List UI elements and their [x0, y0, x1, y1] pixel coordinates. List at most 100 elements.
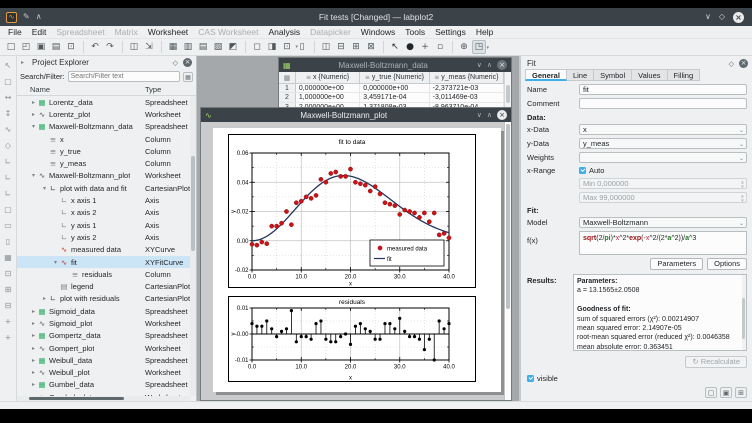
- close-button[interactable]: ×: [733, 12, 744, 23]
- tab-filling[interactable]: Filling: [668, 69, 701, 81]
- grid-layout-icon[interactable]: ⊞: [349, 40, 363, 54]
- new-matrix-icon[interactable]: ▥: [181, 40, 195, 54]
- comment-field[interactable]: [579, 98, 747, 109]
- keep-above-icon[interactable]: ∧: [36, 12, 42, 22]
- spreadsheet-cell[interactable]: 3,459171e-04: [360, 93, 429, 101]
- shift-right-x-icon[interactable]: +: [2, 329, 15, 345]
- tree-item-y-axis-2[interactable]: ∟y axis 2Axis: [17, 231, 190, 243]
- new-note-icon[interactable]: ◨: [265, 40, 279, 54]
- model-combobox[interactable]: Maxwell-Boltzmann⌄: [579, 217, 747, 228]
- fit-page-icon[interactable]: ◳▾: [472, 40, 486, 54]
- spreadsheet-table[interactable]: ▦≡x {Numeric}≡y_true {Numeric}≡y_meas {N…: [279, 72, 504, 112]
- float-dock-icon[interactable]: ◇: [173, 59, 178, 67]
- menu-help[interactable]: Help: [471, 27, 498, 37]
- open-file-icon[interactable]: ◰: [19, 40, 33, 54]
- tree-item-legend[interactable]: ▤legendCartesianPlotL: [17, 280, 190, 292]
- zoom-in-icon[interactable]: ⊞: [2, 281, 15, 297]
- window-maximize-icon[interactable]: ∧: [487, 111, 492, 119]
- worksheet-scrollbar[interactable]: [504, 122, 511, 400]
- data-reduction-icon[interactable]: ◇: [2, 137, 15, 153]
- pin-icon[interactable]: ✎: [23, 12, 30, 22]
- tree-expander-icon[interactable]: ▾: [30, 123, 37, 130]
- tree-expander-icon[interactable]: ▸: [30, 369, 37, 376]
- tab-symbol[interactable]: Symbol: [594, 69, 632, 81]
- parameters-button[interactable]: Parameters: [650, 258, 703, 270]
- menu-settings[interactable]: Settings: [430, 27, 471, 37]
- window-close-icon[interactable]: ×: [497, 60, 507, 70]
- axis-icon[interactable]: ∟: [2, 153, 15, 169]
- save-template-icon[interactable]: ▣: [720, 387, 732, 398]
- tree-expander-icon[interactable]: ▸: [30, 357, 37, 364]
- load-template-icon[interactable]: ▢: [705, 387, 717, 398]
- new-worksheet-icon[interactable]: ◻: [250, 40, 264, 54]
- column-menu-icon[interactable]: ≡: [365, 74, 370, 81]
- minimize-button[interactable]: ∨: [705, 12, 711, 22]
- tree-expander-icon[interactable]: ▸: [30, 381, 37, 388]
- insert-columns-icon[interactable]: ▧: [211, 40, 225, 54]
- break-layout-icon[interactable]: ⊠: [364, 40, 378, 54]
- menu-file[interactable]: File: [3, 27, 27, 37]
- residuals-plot[interactable]: residuals0.010.020.030.040.0-0.010.000.0…: [228, 296, 476, 382]
- tree-expander-icon[interactable]: ▾: [30, 172, 37, 179]
- save-icon[interactable]: ▣: [34, 40, 48, 54]
- xy-curve-icon[interactable]: ∿: [2, 121, 15, 137]
- tree-expander-icon[interactable]: ▸: [30, 308, 37, 315]
- options-button[interactable]: Options: [707, 258, 747, 270]
- window-maximize-icon[interactable]: ∧: [487, 61, 492, 69]
- manage-templates-icon[interactable]: ⊞: [735, 387, 747, 398]
- undo-icon[interactable]: ↶: [88, 40, 102, 54]
- spreadsheet-cell[interactable]: 1,000000e+00: [296, 93, 360, 101]
- window-shade-icon[interactable]: ∨: [477, 61, 482, 69]
- filter-options-icon[interactable]: ▦: [183, 72, 193, 82]
- zoom-x-region-icon[interactable]: ▭: [2, 217, 15, 233]
- tree-item-y-axis-1[interactable]: ∟y axis 1Axis: [17, 219, 190, 231]
- tree-item-lorentz-data[interactable]: ▸▦Lorentz_dataSpreadsheet: [17, 96, 190, 108]
- spreadsheet-cell[interactable]: -2,373721e-03: [430, 84, 504, 92]
- tree-item-weibull-data[interactable]: ▸▦Weibull_dataSpreadsheet: [17, 354, 190, 366]
- zoom-icon[interactable]: ⊕▾: [457, 40, 471, 54]
- shift-x-icon[interactable]: ↔: [2, 89, 15, 105]
- search-filter-input[interactable]: [68, 71, 180, 82]
- tree-item-lorentz-plot[interactable]: ▸∿Lorentz_plotWorksheet: [17, 108, 190, 120]
- crosshair-icon[interactable]: +: [418, 40, 432, 54]
- tree-column-type[interactable]: Type: [145, 85, 161, 94]
- menu-windows[interactable]: Windows: [356, 27, 400, 37]
- column-menu-icon[interactable]: ≡: [306, 74, 311, 81]
- dropdown-arrow-icon[interactable]: ▾: [486, 45, 489, 51]
- tree-item-residuals[interactable]: ≡residualsColumn: [17, 268, 190, 280]
- tree-column-name[interactable]: Name: [17, 85, 145, 94]
- tree-item-measured-data[interactable]: ∿measured dataXYCurve: [17, 244, 190, 256]
- auto-scale-x-icon[interactable]: ⊡: [2, 265, 15, 281]
- select-region-icon[interactable]: ▫: [433, 40, 447, 54]
- new-file-icon[interactable]: □: [4, 40, 18, 54]
- row-number-cell[interactable]: 2: [279, 93, 296, 101]
- menu-edit[interactable]: Edit: [27, 27, 52, 37]
- insert-rows-icon[interactable]: ▤: [196, 40, 210, 54]
- tree-expander-icon[interactable]: ▸: [41, 295, 48, 302]
- shift-y-icon[interactable]: ↕: [2, 105, 15, 121]
- tree-expander-icon[interactable]: ▸: [30, 345, 37, 352]
- tree-expander-icon[interactable]: ▸: [30, 320, 37, 327]
- menu-tools[interactable]: Tools: [400, 27, 430, 37]
- tree-item-gompertz-data[interactable]: ▸▦Gompertz_dataSpreadsheet: [17, 330, 190, 342]
- new-workbook-icon[interactable]: ◫: [127, 40, 141, 54]
- auto-range-checkbox[interactable]: [579, 167, 586, 174]
- tree-expander-icon[interactable]: ▸: [30, 111, 37, 118]
- row-number-cell[interactable]: 1: [279, 84, 296, 92]
- fit-to-data-plot[interactable]: fit to data0.010.020.030.040.0-0.020.000…: [228, 134, 476, 288]
- shift-left-x-icon[interactable]: +: [2, 313, 15, 329]
- y-data-combobox[interactable]: y_meas⌄: [579, 138, 747, 149]
- tree-vertical-scrollbar[interactable]: [190, 96, 196, 396]
- text-label-icon[interactable]: ▯: [295, 40, 309, 54]
- tab-line[interactable]: Line: [567, 69, 594, 81]
- tree-item-x-axis-1[interactable]: ∟x axis 1Axis: [17, 194, 190, 206]
- spreadsheet-scrollbar[interactable]: [504, 72, 511, 112]
- tab-values[interactable]: Values: [632, 69, 667, 81]
- results-scrollbar[interactable]: [742, 275, 746, 350]
- plot-window-titlebar[interactable]: ∿ Maxwell-Boltzmann_plot ∨ ∧ ×: [201, 108, 511, 122]
- cursor-arrow-icon[interactable]: ↖: [2, 57, 15, 73]
- spreadsheet-column-header[interactable]: ≡y_meas {Numeric}: [430, 72, 504, 83]
- new-spreadsheet-icon[interactable]: ▦: [166, 40, 180, 54]
- x-axis-icon[interactable]: ∟: [2, 169, 15, 185]
- auto-scale-icon[interactable]: ▦: [2, 249, 15, 265]
